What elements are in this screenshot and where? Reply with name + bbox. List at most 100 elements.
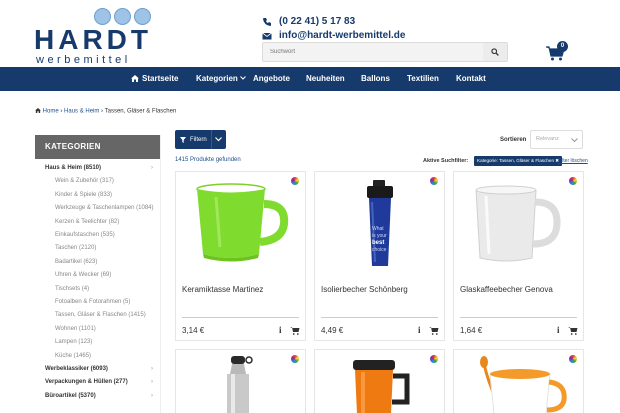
product-card[interactable] bbox=[453, 349, 584, 413]
add-to-cart-icon[interactable] bbox=[568, 326, 578, 335]
add-to-cart-icon[interactable] bbox=[429, 326, 439, 335]
product-price: 3,14 € bbox=[182, 326, 205, 335]
divider bbox=[460, 317, 577, 318]
product-image-orange-thermo-mug bbox=[353, 360, 410, 413]
search-bar bbox=[262, 42, 508, 62]
sidebar-subcategory[interactable]: Kinder & Spiele (833) bbox=[35, 192, 161, 198]
chevron-down-icon bbox=[571, 138, 578, 143]
breadcrumb-haus-heim[interactable]: Haus & Heim bbox=[64, 109, 99, 115]
cart-count-badge: 0 bbox=[557, 41, 568, 52]
sort-label: Sortieren bbox=[500, 137, 527, 143]
category-label: Haus & Heim (8510) bbox=[45, 165, 102, 171]
category-label: Kinder & Spiele (833) bbox=[55, 191, 113, 198]
email-line[interactable]: info@hardt-werbemittel.de bbox=[262, 30, 405, 41]
nav-neuheiten[interactable]: Neuheiten bbox=[306, 67, 345, 91]
info-icon[interactable]: i bbox=[279, 325, 282, 335]
svg-text:best: best bbox=[372, 240, 384, 246]
product-card[interactable]: Glaskaffeebecher Genova 1,64 € i bbox=[453, 171, 584, 341]
filter-icon bbox=[180, 136, 186, 143]
chevron-right-icon[interactable]: › bbox=[151, 366, 153, 372]
category-label: Badartikel (623) bbox=[55, 258, 98, 265]
info-icon[interactable]: i bbox=[418, 325, 421, 335]
sort-value: Relevanz bbox=[536, 136, 559, 142]
active-filter-chip[interactable]: Kategorie: Tassen, Gläser & Flaschen ✖ bbox=[474, 156, 563, 166]
nav-kontakt[interactable]: Kontakt bbox=[456, 67, 486, 91]
search-input[interactable] bbox=[263, 43, 483, 61]
header: HARDT werbemittel (0 22 41) 5 17 83 info… bbox=[0, 0, 620, 67]
sidebar-subcategory[interactable]: Tassen, Gläser & Flaschen (1415) bbox=[35, 312, 161, 318]
sidebar-subcategory[interactable]: Einkaufstaschen (535) bbox=[35, 232, 161, 238]
filter-label: Filtern bbox=[190, 136, 207, 143]
home-icon bbox=[35, 108, 41, 113]
category-label: Kerzen & Teelichter (82) bbox=[55, 218, 120, 225]
product-card[interactable] bbox=[314, 349, 445, 413]
product-image-glass-mug bbox=[475, 185, 561, 262]
product-image-aluminium-bottle bbox=[227, 356, 253, 413]
phone-line[interactable]: (0 22 41) 5 17 83 bbox=[262, 16, 355, 27]
color-options-icon[interactable] bbox=[569, 177, 577, 185]
divider bbox=[321, 317, 438, 318]
chevron-right-icon[interactable]: › bbox=[151, 379, 153, 385]
nav-angebote[interactable]: Angebote bbox=[253, 67, 290, 91]
nav-kategorien[interactable]: Kategorien bbox=[196, 67, 246, 91]
search-button[interactable] bbox=[483, 43, 507, 61]
product-name[interactable]: Isolierbecher Schönberg bbox=[321, 285, 408, 294]
color-options-icon[interactable] bbox=[430, 177, 438, 185]
nav-label: Kategorien bbox=[196, 74, 238, 83]
product-image-travel-mug: What is your best choice bbox=[367, 180, 393, 266]
category-label: Büroartikel (5370) bbox=[45, 392, 96, 399]
breadcrumb-home[interactable]: Home bbox=[43, 109, 59, 115]
nav-startseite[interactable]: Startseite bbox=[131, 67, 178, 91]
sidebar-category[interactable]: Büroartikel (5370) › bbox=[35, 393, 161, 399]
search-icon bbox=[491, 48, 499, 56]
product-count: 1415 Produkte gefunden bbox=[175, 157, 241, 163]
category-label: Taschen (2120) bbox=[55, 245, 97, 252]
nav-textilien[interactable]: Textilien bbox=[407, 67, 439, 91]
phone-number: (0 22 41) 5 17 83 bbox=[279, 16, 356, 27]
color-options-icon[interactable] bbox=[569, 355, 577, 363]
main-navigation: Startseite Kategorien Angebote Neuheiten… bbox=[0, 67, 620, 91]
category-label: Tassen, Gläser & Flaschen (1415) bbox=[55, 312, 146, 319]
product-card[interactable]: Keramiktasse Martinez 3,14 € i bbox=[175, 171, 306, 341]
filter-button[interactable]: Filtern bbox=[175, 130, 226, 149]
color-options-icon[interactable] bbox=[291, 177, 299, 185]
info-icon[interactable]: i bbox=[557, 325, 560, 335]
chevron-down-icon bbox=[215, 137, 222, 142]
color-options-icon[interactable] bbox=[430, 355, 438, 363]
logo-tagline: werbemittel bbox=[36, 54, 131, 66]
product-card[interactable]: What is your best choice Isolierbecher S… bbox=[314, 171, 445, 341]
nav-label: Startseite bbox=[142, 74, 179, 83]
clear-filter-link[interactable]: Filter löschen bbox=[558, 158, 588, 164]
color-options-icon[interactable] bbox=[291, 355, 299, 363]
sidebar-subcategory[interactable]: Wein & Zubehör (317) bbox=[35, 178, 161, 184]
category-label: Wein & Zubehör (317) bbox=[55, 178, 114, 185]
product-name[interactable]: Glaskaffeebecher Genova bbox=[460, 285, 553, 294]
sidebar-subcategory[interactable]: Fotoalben & Fotorahmen (5) bbox=[35, 299, 161, 305]
sidebar-subcategory[interactable]: Badartikel (623) bbox=[35, 259, 161, 265]
svg-text:choice: choice bbox=[372, 247, 387, 253]
hardt-logo[interactable]: HARDT werbemittel bbox=[34, 8, 152, 66]
sidebar-category[interactable]: Verpackungen & Hüllen (277) › bbox=[35, 379, 161, 385]
sidebar-subcategory[interactable]: Werkzeuge & Taschenlampen (1084) bbox=[35, 205, 161, 211]
sidebar-subcategory[interactable]: Kerzen & Teelichter (82) bbox=[35, 219, 161, 225]
sidebar-subcategory[interactable]: Taschen (2120) bbox=[35, 245, 161, 251]
sidebar-subcategory[interactable]: Küche (1465) bbox=[35, 353, 161, 359]
product-name[interactable]: Keramiktasse Martinez bbox=[182, 285, 263, 294]
sidebar-category[interactable]: Haus & Heim (8510) › bbox=[35, 165, 161, 171]
product-price: 1,64 € bbox=[460, 326, 483, 335]
logo-pen-icon bbox=[114, 8, 131, 25]
sort-select[interactable]: Relevanz bbox=[530, 130, 583, 149]
nav-ballons[interactable]: Ballons bbox=[361, 67, 390, 91]
product-card[interactable] bbox=[175, 349, 306, 413]
chevron-right-icon[interactable]: › bbox=[151, 165, 153, 171]
active-filter-label: Aktive Suchfilter: bbox=[423, 158, 469, 164]
sidebar-category[interactable]: Werbeklassiker (6093) › bbox=[35, 366, 161, 372]
category-label: Uhren & Wecker (69) bbox=[55, 272, 112, 279]
logo-wordmark: HARDT bbox=[34, 24, 152, 55]
sidebar-subcategory[interactable]: Lampen (123) bbox=[35, 339, 161, 345]
sidebar-subcategory[interactable]: Uhren & Wecker (69) bbox=[35, 272, 161, 278]
add-to-cart-icon[interactable] bbox=[290, 326, 300, 335]
sidebar-subcategory[interactable]: Tischsets (4) bbox=[35, 286, 161, 292]
chevron-right-icon[interactable]: › bbox=[151, 393, 153, 399]
sidebar-subcategory[interactable]: Wohnen (1101) bbox=[35, 326, 161, 332]
